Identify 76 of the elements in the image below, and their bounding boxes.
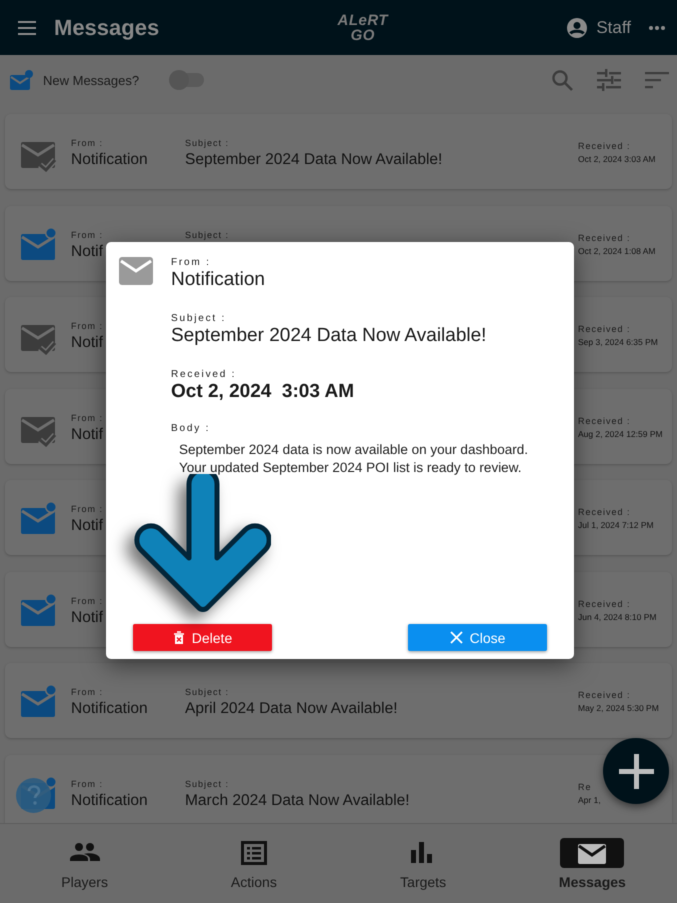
close-button[interactable]: Close <box>408 624 547 651</box>
menu-icon <box>18 20 36 36</box>
field-label: Received : <box>578 598 631 610</box>
plus-icon <box>618 754 654 788</box>
field-label: Subject : <box>185 138 230 149</box>
field-label: From : <box>71 412 104 424</box>
page-title: Messages <box>54 14 160 40</box>
field-label: Re <box>578 782 592 792</box>
message-body: September 2024 data is now available on your dashboard. Your updated September 2024 POI list is ready to review. <box>179 441 529 477</box>
field-label: From : <box>71 138 104 149</box>
nav-tab[interactable]: Players <box>0 824 170 903</box>
account-icon <box>566 16 588 38</box>
received-date: Oct 2, 2024 3:03 AM <box>578 154 656 164</box>
user-button[interactable]: Staff <box>566 16 631 38</box>
field-label: From : <box>71 321 104 332</box>
message-subject: September 2024 Data Now Available! <box>171 325 488 347</box>
message-card[interactable]: From : Notification Subject : April 2024 Data Now Available! Received : May 2, 2024 5:30 PM <box>5 663 672 738</box>
message-subject: September 2024 Data Now Available! <box>185 151 444 169</box>
field-label: Received : <box>171 369 238 380</box>
filter-button[interactable] <box>597 69 621 91</box>
mail-icon <box>577 841 608 865</box>
received-date: Jun 4, 2024 8:10 PM <box>578 612 656 622</box>
nav-tab[interactable]: Actions <box>169 824 338 903</box>
sort-icon <box>645 70 669 90</box>
search-button[interactable] <box>551 69 573 91</box>
message-subject: April 2024 Data Now Available! <box>185 700 399 718</box>
field-label: Received : <box>578 324 631 335</box>
field-label: Body : <box>171 423 212 434</box>
received-date: Oct 2, 2024 1:08 AM <box>578 246 656 256</box>
field-label: Subject : <box>185 230 230 240</box>
field-label: Received : <box>578 416 631 426</box>
close-icon <box>450 631 463 644</box>
nav-tab[interactable]: Messages <box>508 824 677 903</box>
received-date: Oct 2, 2024 3:03 AM <box>171 381 356 403</box>
delete-button[interactable]: Delete <box>133 624 272 651</box>
app-logo: ALeRT GO <box>337 12 388 42</box>
field-label: Subject : <box>171 313 228 324</box>
received-date: Jul 1, 2024 7:12 PM <box>578 520 654 530</box>
nav-tab[interactable]: Targets <box>338 824 508 903</box>
field-label: Subject : <box>185 778 230 790</box>
trash-icon <box>172 630 185 644</box>
field-label: Received : <box>578 141 631 152</box>
message-subject: March 2024 Data Now Available! <box>185 792 411 810</box>
sender-name: Notification <box>71 700 149 718</box>
sort-button[interactable] <box>645 70 669 90</box>
sender-name: Notif <box>71 608 104 626</box>
menu-button[interactable] <box>18 20 36 36</box>
more-icon <box>649 24 665 30</box>
field-label: From : <box>71 596 104 606</box>
list-icon <box>240 841 267 865</box>
field-label: From : <box>71 687 104 698</box>
field-label: From : <box>71 230 104 240</box>
sliders-icon <box>597 69 621 91</box>
new-mail-icon <box>10 70 33 90</box>
message-card[interactable]: From : Notification Subject : March 2024 Data Now Available! Re Apr 1, <box>5 754 672 823</box>
field-label: Subject : <box>185 687 230 698</box>
toggle-label: New Messages? <box>43 72 140 88</box>
sender-name: Notif <box>71 517 104 535</box>
field-label: Received : <box>578 507 631 518</box>
sender-name: Notif <box>71 242 104 260</box>
search-icon <box>551 69 573 91</box>
sender-name: Notification <box>71 792 149 810</box>
field-label: From : <box>171 257 212 268</box>
mail-icon <box>119 257 153 285</box>
received-date: Aug 2, 2024 12:59 PM <box>578 428 663 438</box>
sender-name: Notification <box>71 151 149 169</box>
received-date: Apr 1, <box>578 794 601 804</box>
field-label: From : <box>71 504 104 515</box>
message-card[interactable]: From : Notification Subject : September 2024 Data Now Available! Received : Oct 2, 2024 3:03 AM <box>5 114 672 189</box>
field-label: Received : <box>578 232 631 244</box>
more-button[interactable] <box>649 24 665 30</box>
field-label: Received : <box>578 690 631 701</box>
sender-name: Notification <box>171 269 266 291</box>
received-date: May 2, 2024 5:30 PM <box>578 703 659 713</box>
field-label: From : <box>71 778 104 790</box>
received-date: Sep 3, 2024 6:35 PM <box>578 337 658 347</box>
